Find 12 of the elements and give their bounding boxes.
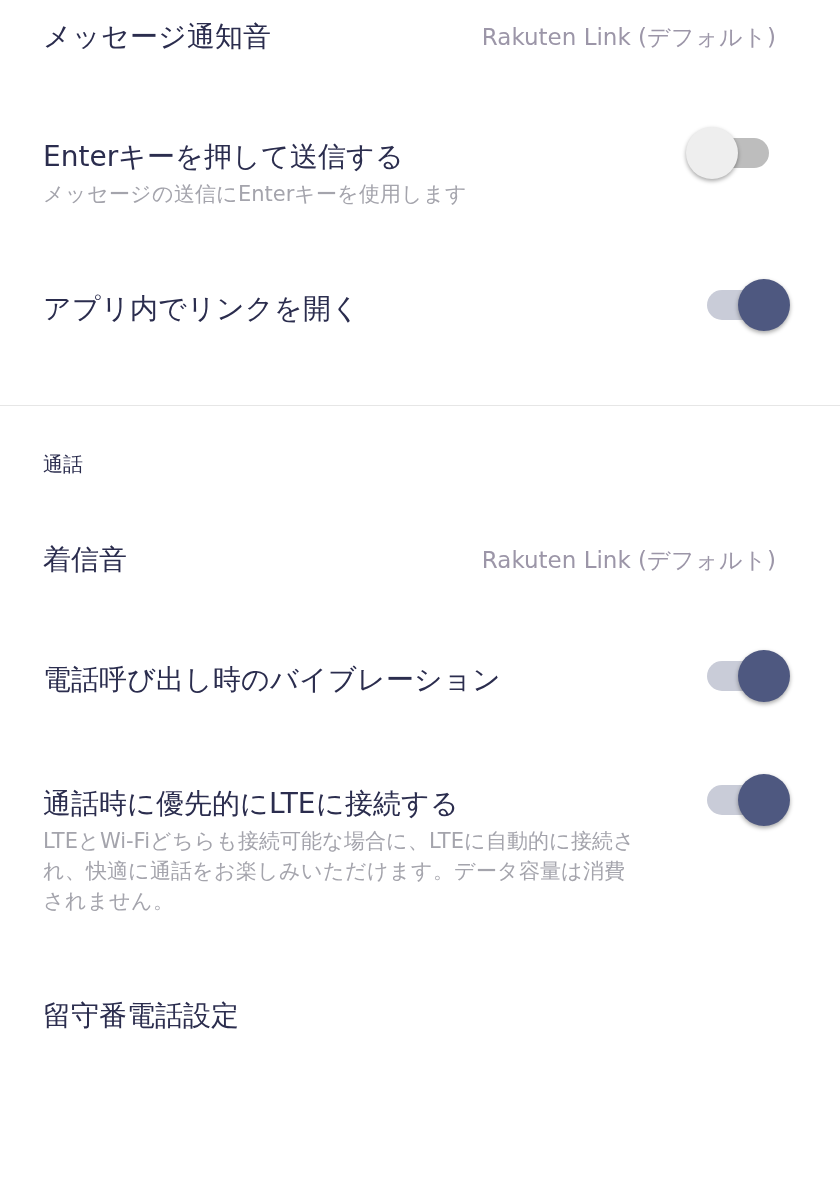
setting-value: Rakuten Link (デフォルト) bbox=[481, 546, 776, 575]
setting-value: Rakuten Link (デフォルト) bbox=[481, 23, 776, 52]
setting-title: アプリ内でリンクを開く bbox=[43, 291, 360, 327]
section-header: 通話 bbox=[42, 452, 84, 478]
setting-title: 留守番電話設定 bbox=[43, 998, 239, 1034]
setting-title: 着信音 bbox=[43, 542, 127, 578]
setting-title: 通話時に優先的にLTEに接続する bbox=[43, 786, 460, 822]
setting-description: LTEとWi-Fiどちらも接続可能な場合に、LTEに自動的に接続され、快適に通話をお楽しみいただけます。データ容量は消費されません。 bbox=[43, 828, 636, 915]
setting-title: メッセージ通知音 bbox=[43, 19, 271, 55]
setting-title: 電話呼び出し時のバイブレーション bbox=[43, 662, 501, 698]
setting-title: Enterキーを押して送信する bbox=[43, 139, 406, 175]
setting-description: メッセージの送信にEnterキーを使用します bbox=[43, 181, 468, 208]
